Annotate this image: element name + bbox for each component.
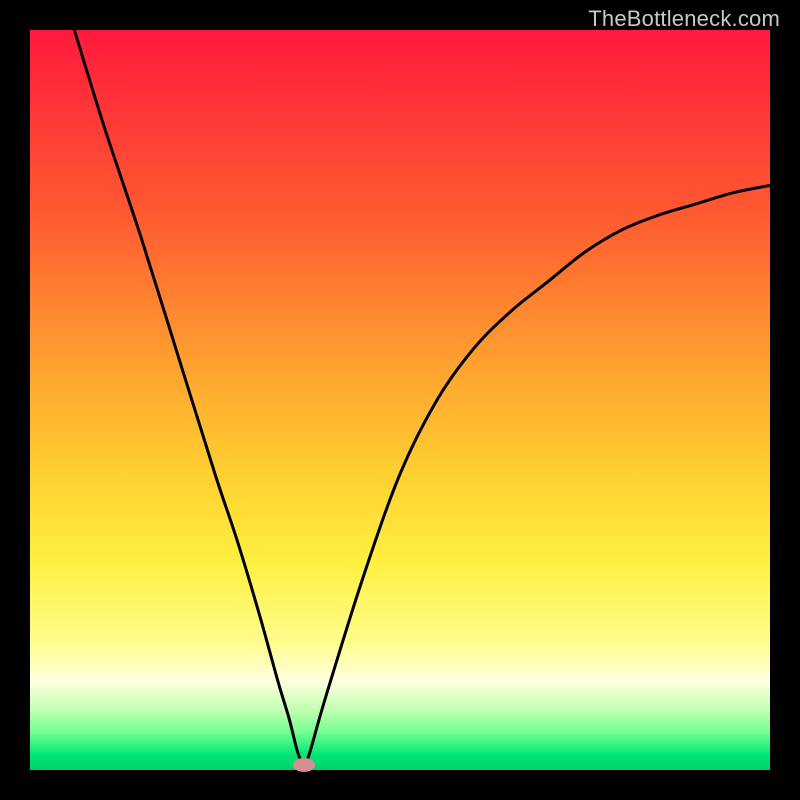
bottleneck-curve (30, 30, 770, 770)
chart-plot-area (30, 30, 770, 770)
optimal-point-marker (293, 758, 315, 772)
watermark-label: TheBottleneck.com (588, 6, 780, 32)
